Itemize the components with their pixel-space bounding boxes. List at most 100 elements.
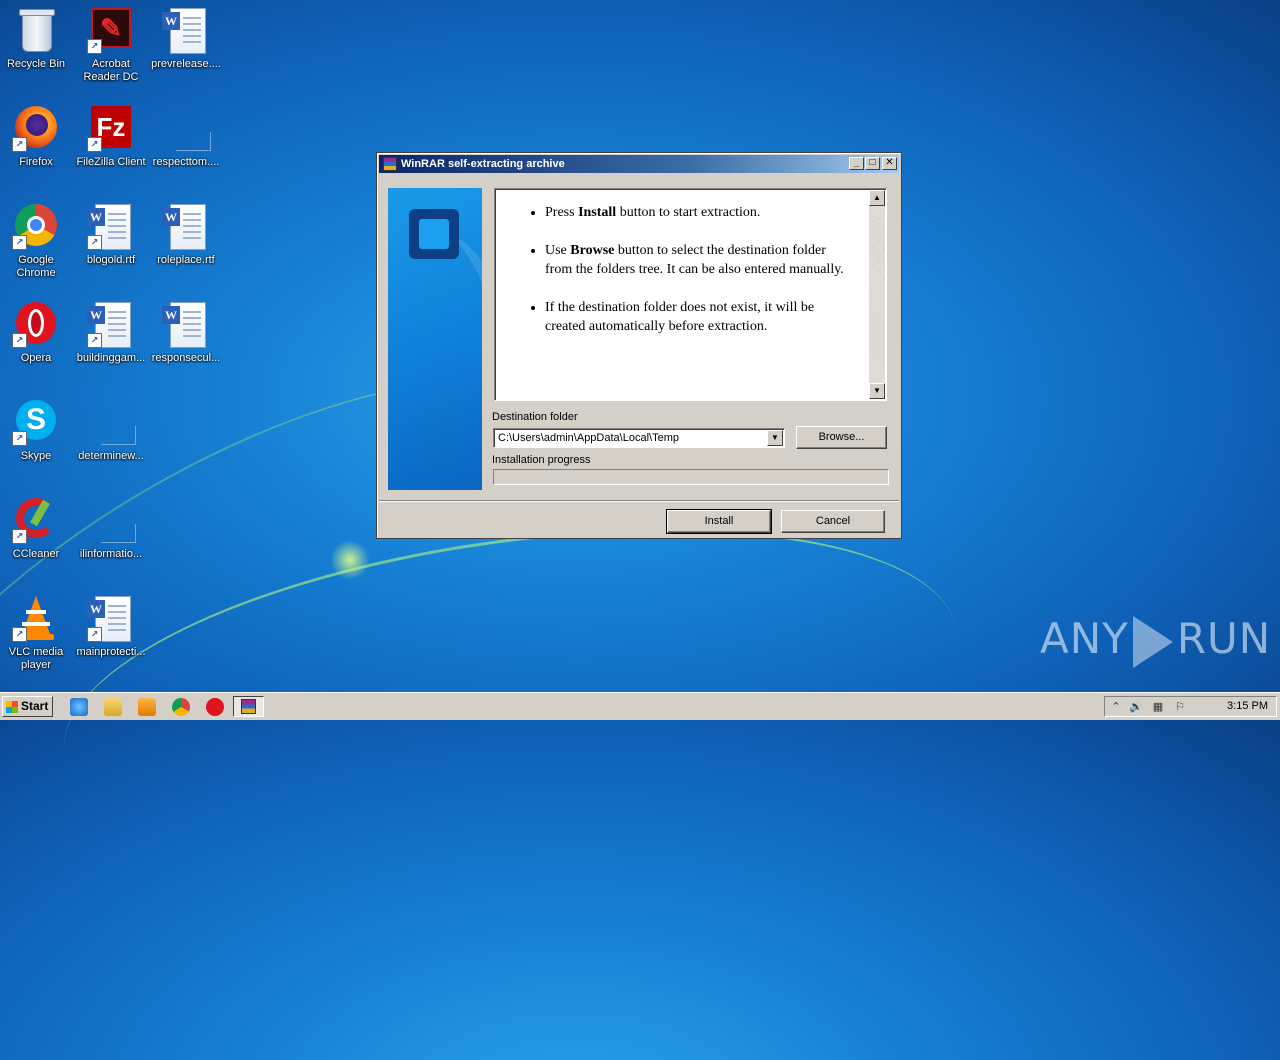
filezilla-icon: Fz ↗ [87,104,135,152]
winrar-banner [388,188,482,490]
instructions-scrollbar[interactable]: ▲ ▼ [869,190,885,399]
desktop-icon-label: prevrelease.... [151,58,221,70]
desktop-icon-label: Skype [20,450,52,462]
desktop-icon-label: roleplace.rtf [157,254,215,266]
minimize-button[interactable]: _ [849,157,864,170]
desktop-icon-label: Firefox [19,156,53,168]
opera-icon: ↗ [12,300,60,348]
desktop-icon-recycle-bin[interactable]: Recycle Bin [0,6,74,71]
desktop-icon-buildinggam[interactable]: W ↗ buildinggam... [73,300,149,365]
recycle-bin-icon [12,6,60,54]
desktop-icon-respecttom[interactable]: respecttom.... [148,104,224,169]
speaker-icon[interactable]: 🔊 [1129,700,1143,714]
internet-explorer-icon[interactable] [70,698,88,716]
desktop-icon-label: blogold.rtf [86,254,136,266]
start-button[interactable]: Start [2,696,53,717]
desktop-icon-mainprotecti[interactable]: W ↗ mainprotecti... [73,594,149,659]
scroll-down-button[interactable]: ▼ [869,383,885,399]
ccleaner-icon: ↗ [12,496,60,544]
destination-folder-label: Destination folder [492,411,578,423]
dropdown-arrow-icon[interactable]: ▼ [767,430,783,446]
desktop-icon-responsecul[interactable]: W responsecul... [148,300,224,365]
anyrun-watermark: ANY RUN [1040,614,1271,668]
scroll-up-button[interactable]: ▲ [869,190,885,206]
media-player-icon[interactable] [138,698,156,716]
desktop-icon-label: responsecul... [151,352,221,364]
word-document-icon: W ↗ [87,300,135,348]
desktop-icon-label: Acrobat Reader DC [83,58,139,83]
file-explorer-icon[interactable] [104,698,122,716]
install-button[interactable]: Install [666,509,772,534]
taskbar-clock[interactable]: 3:15 PM [1227,697,1268,716]
instruction-item: Press Install button to start extraction… [545,203,856,222]
blank-file-icon [87,398,136,446]
cancel-button[interactable]: Cancel [781,510,885,533]
winrar-icon [383,157,397,171]
word-document-icon: W [162,300,210,348]
installation-progress-label: Installation progress [492,454,591,466]
opera-taskbar-icon[interactable] [206,698,224,716]
desktop-icon-firefox[interactable]: ↗ Firefox [0,104,74,169]
dialog-title: WinRAR self-extracting archive [401,158,565,170]
desktop-icon-determinew[interactable]: determinew... [73,398,149,463]
desktop-icon-ilinformatio[interactable]: ilinformatio... [73,496,149,561]
desktop-icon-label: determinew... [78,450,144,462]
desktop-icon-prevrelease[interactable]: W prevrelease.... [148,6,224,71]
desktop-icon-vlc[interactable]: ↗ VLC media player [0,594,74,672]
desktop-icon-filezilla[interactable]: Fz ↗ FileZilla Client [73,104,149,169]
desktop-icon-label: ilinformatio... [79,548,143,560]
browse-button[interactable]: Browse... [796,426,887,449]
vlc-icon: ↗ [12,594,60,642]
instructions-box: Press Install button to start extraction… [494,188,887,401]
desktop-icon-acrobat[interactable]: ✎ ↗ Acrobat Reader DC [73,6,149,84]
desktop-icon-label: mainprotecti... [76,646,146,658]
desktop-icon-label: buildinggam... [76,352,146,364]
desktop-icon-roleplace[interactable]: W roleplace.rtf [148,202,224,267]
desktop-icon-label: FileZilla Client [76,156,146,168]
desktop-icon-opera[interactable]: ↗ Opera [0,300,74,365]
network-icon[interactable]: ▦ [1151,700,1165,714]
winrar-taskbar-button[interactable] [233,696,264,717]
winrar-taskbar-icon [241,699,256,714]
action-center-flag-icon[interactable]: ⚐ [1173,700,1187,714]
chrome-taskbar-icon[interactable] [172,698,190,716]
desktop-icon-label: respecttom.... [152,156,220,168]
word-document-icon: W [162,6,210,54]
winrar-sfx-dialog: WinRAR self-extracting archive _ □ ✕ Pre… [376,152,902,539]
winrar-logo-icon [409,209,459,259]
word-document-icon: W ↗ [87,202,135,250]
close-button[interactable]: ✕ [882,157,897,170]
chrome-icon: ↗ [12,202,60,250]
word-document-icon: W ↗ [87,594,135,642]
windows-flag-icon [6,701,18,713]
instructions-list: Press Install button to start extraction… [495,189,886,336]
desktop-icon-label: Opera [20,352,52,364]
watermark-text-right: RUN [1176,614,1272,663]
desktop-icon-label: VLC media player [8,646,64,671]
installation-progress-bar [493,469,889,485]
word-document-icon: W [162,202,210,250]
start-label: Start [21,699,49,713]
instruction-item: If the destination folder does not exist… [545,298,856,336]
acrobat-icon: ✎ ↗ [87,6,135,54]
destination-folder-input[interactable]: C:\Users\admin\AppData\Local\Temp ▼ [493,428,785,448]
desktop-icon-label: Google Chrome [16,254,56,279]
maximize-button[interactable]: □ [865,157,880,170]
wallpaper-glow [330,540,370,580]
blank-file-icon [162,104,211,152]
desktop-icon-ccleaner[interactable]: ↗ CCleaner [0,496,74,561]
dialog-titlebar[interactable]: WinRAR self-extracting archive _ □ ✕ [379,155,899,173]
desktop-icon-label: CCleaner [12,548,60,560]
instruction-item: Use Browse button to select the destinat… [545,241,856,279]
blank-file-icon [87,496,136,544]
desktop-icon-blogold[interactable]: W ↗ blogold.rtf [73,202,149,267]
watermark-text-left: ANY [1040,614,1129,663]
chevron-up-icon[interactable]: ⌃ [1109,700,1123,714]
desktop-icon-skype[interactable]: S ↗ Skype [0,398,74,463]
desktop-icon-google-chrome[interactable]: ↗ Google Chrome [0,202,74,280]
desktop-icon-label: Recycle Bin [6,58,66,70]
system-tray: ⌃ 🔊 ▦ ⚐ 3:15 PM [1104,696,1277,717]
dialog-separator [379,500,899,502]
play-icon [1132,615,1173,668]
firefox-icon: ↗ [12,104,60,152]
